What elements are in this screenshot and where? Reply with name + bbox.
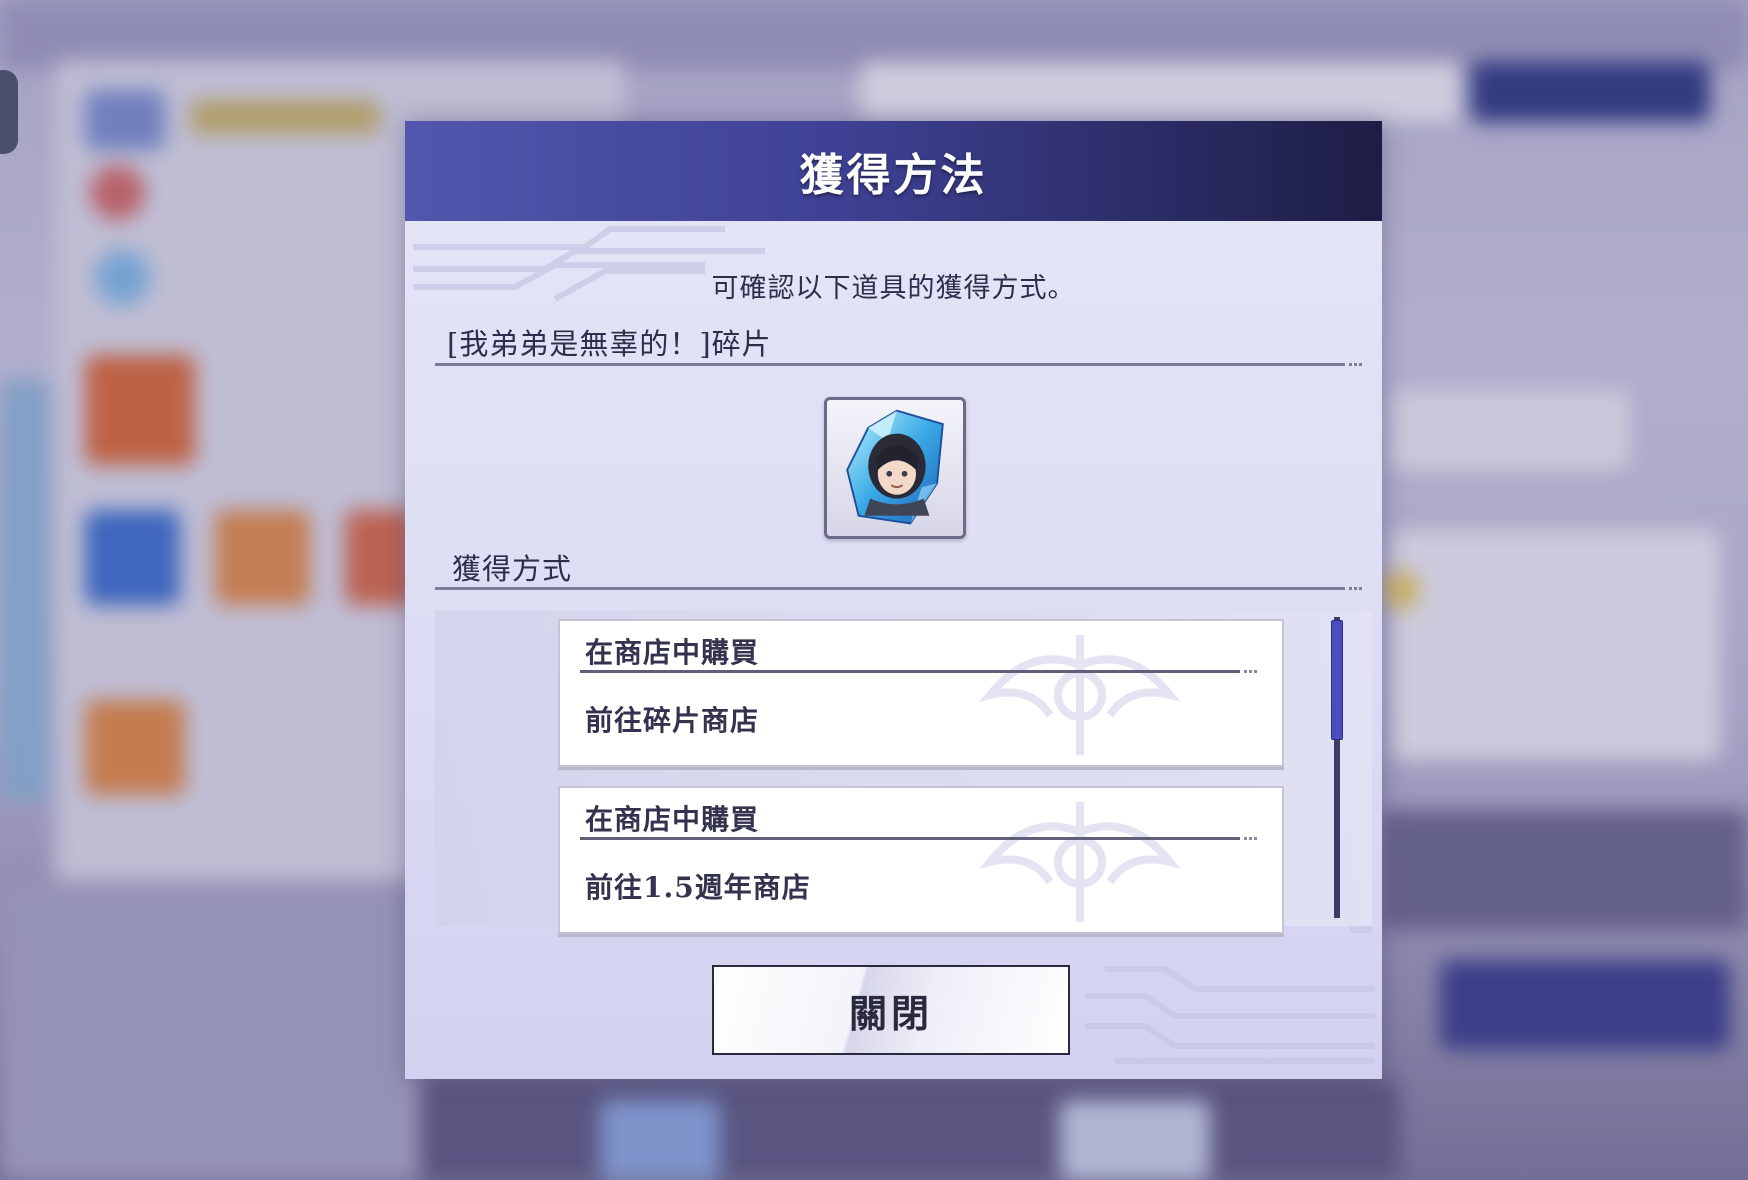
source-card[interactable]: 在商店中購買 前往碎片商店 — [558, 619, 1284, 767]
list-scrollbar-thumb[interactable] — [1331, 620, 1343, 740]
dialog-subtitle: 可確認以下道具的獲得方式。 — [711, 273, 1076, 304]
section-label: 獲得方式 — [452, 552, 573, 586]
game-screen: 獲得方法 可確認以下道具的獲得方式。 [我弟弟是無辜的！]碎片 獲得方式 在商店… — [0, 0, 1748, 1180]
source-title: 在商店中購買 — [585, 636, 760, 669]
close-button-label: 關閉 — [848, 990, 933, 1036]
side-tab-handle[interactable] — [0, 70, 18, 154]
source-title: 在商店中購買 — [585, 803, 760, 836]
dialog-header: 獲得方法 — [405, 121, 1382, 221]
emblem-watermark-icon — [979, 635, 1181, 755]
dialog-title: 獲得方法 — [799, 150, 988, 201]
close-button[interactable]: 關閉 — [712, 965, 1070, 1055]
source-list[interactable]: 在商店中購買 前往碎片商店 在商店中購買 前往1.5週年商店 — [435, 611, 1372, 934]
source-card[interactable]: 在商店中購買 前往1.5週年商店 — [558, 786, 1284, 934]
card-divider — [580, 837, 1258, 840]
character-shard-icon — [846, 409, 944, 525]
source-action-link[interactable]: 前往1.5週年商店 — [585, 866, 811, 906]
item-icon-frame[interactable] — [824, 397, 966, 539]
item-name: [我弟弟是無辜的！]碎片 — [447, 327, 772, 361]
acquisition-method-dialog: 獲得方法 可確認以下道具的獲得方式。 [我弟弟是無辜的！]碎片 獲得方式 在商店… — [405, 121, 1382, 1079]
item-name-divider — [435, 363, 1363, 366]
card-divider — [580, 670, 1258, 673]
emblem-watermark-icon — [979, 802, 1181, 922]
section-divider — [435, 587, 1363, 590]
source-action-link[interactable]: 前往碎片商店 — [585, 699, 759, 739]
